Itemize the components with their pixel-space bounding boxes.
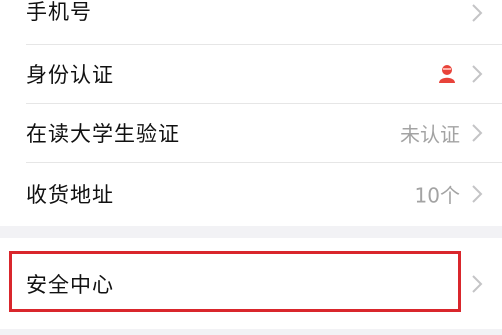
row-security-center[interactable]: 安全中心 bbox=[0, 238, 502, 329]
phone-label: 手机号 bbox=[26, 0, 92, 24]
chevron-right-icon bbox=[472, 4, 483, 22]
chevron-right-icon bbox=[472, 65, 483, 83]
security-group: 安全中心 bbox=[0, 238, 502, 329]
row-identity-verification[interactable]: 身份认证 bbox=[0, 45, 502, 103]
person-id-icon bbox=[439, 65, 455, 83]
chevron-right-icon bbox=[472, 124, 483, 142]
chevron-right-icon bbox=[472, 185, 483, 203]
student-verification-status: 未认证 bbox=[400, 122, 460, 147]
row-phone[interactable]: 手机号 bbox=[0, 0, 502, 28]
shipping-address-label: 收货地址 bbox=[26, 183, 114, 207]
identity-verification-label: 身份认证 bbox=[26, 63, 114, 87]
student-verification-label: 在读大学生验证 bbox=[26, 122, 180, 146]
row-shipping-address[interactable]: 收货地址 10个 bbox=[0, 163, 502, 225]
security-center-label: 安全中心 bbox=[26, 272, 114, 297]
row-student-verification[interactable]: 在读大学生验证 未认证 bbox=[0, 104, 502, 162]
shipping-address-count: 10个 bbox=[414, 183, 460, 208]
chevron-right-icon bbox=[472, 274, 483, 293]
account-settings-group: 手机号 身份认证 在读大学生验证 未认证 收货地址 10个 bbox=[0, 0, 502, 226]
